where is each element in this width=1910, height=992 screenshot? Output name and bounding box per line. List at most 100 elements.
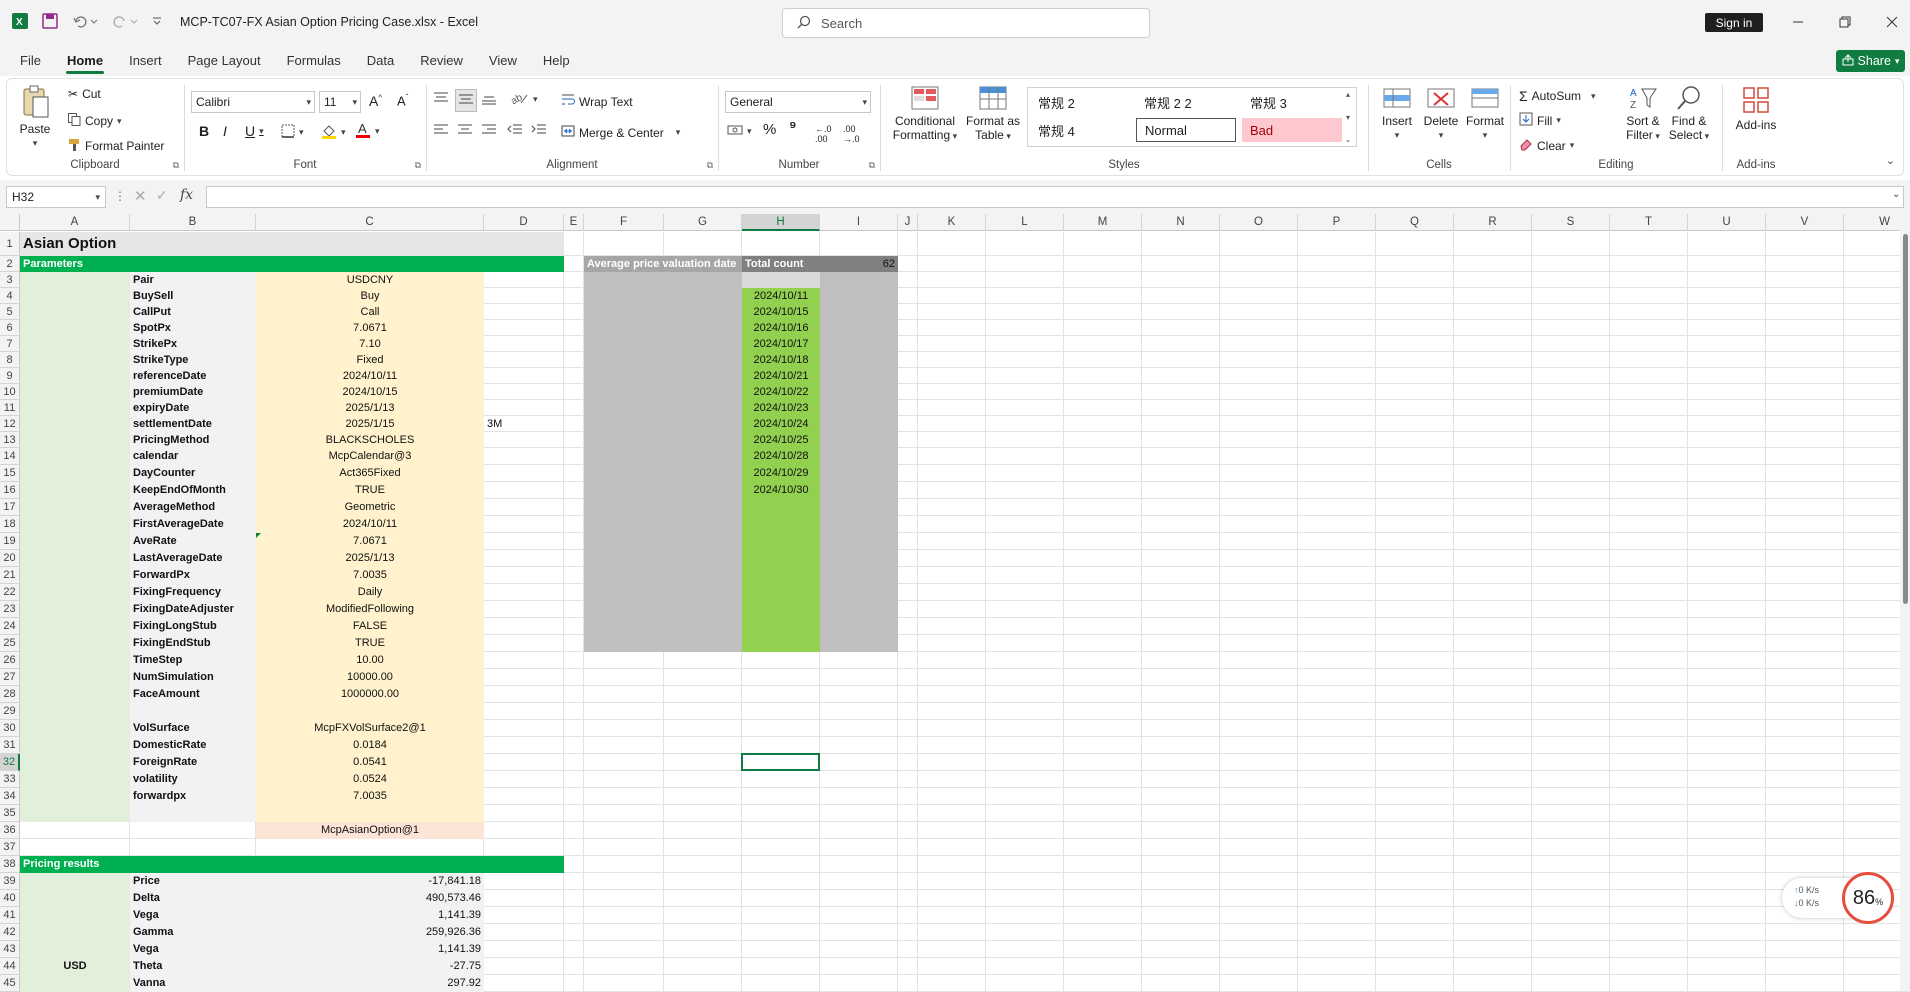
worksheet-grid[interactable]: A B C D E F G H I J K L M N O P Q R S T U V W 1 2 3 4 5 6 7 8 9 10 11 12 13… [0,214,1910,992]
param-label[interactable]: calendar [130,448,256,465]
result-value[interactable]: -17,841.18 [256,873,484,890]
result-label[interactable]: Gamma [130,924,256,941]
param-label[interactable]: SpotPx [130,320,256,336]
row-header[interactable]: 33 [0,771,20,788]
param-label[interactable]: CallPut [130,304,256,320]
fixing-date[interactable]: 2024/10/22 [742,384,820,400]
style-bad[interactable]: Bad [1242,118,1342,142]
tab-review[interactable]: Review [407,44,476,76]
gallery-expand-icon[interactable]: ⌄ [1345,135,1352,144]
column-header[interactable]: A [20,214,130,231]
insert-cells-button[interactable]: Insert ▾ [1377,85,1417,142]
param-value[interactable]: 0.0184 [256,737,484,754]
row-header[interactable]: 30 [0,720,20,737]
sheet-title[interactable]: Asian Option [20,232,320,256]
row-header[interactable]: 37 [0,839,20,856]
currency-label[interactable]: USD [20,958,130,975]
column-header[interactable]: L [986,214,1064,231]
font-size-dropdown[interactable]: 11 ▾ [319,91,361,113]
param-value[interactable]: Call [256,304,484,320]
fixing-date[interactable]: 2024/10/29 [742,465,820,482]
row-header[interactable]: 1 [0,232,20,256]
bold-button[interactable]: B [199,123,209,139]
param-value[interactable]: McpCalendar@3 [256,448,484,465]
param-value[interactable]: Buy [256,288,484,304]
result-label[interactable]: Price [130,873,256,890]
collapse-ribbon-icon[interactable]: ⌄ [1886,154,1895,167]
column-header[interactable]: V [1766,214,1844,231]
param-value[interactable]: 7.10 [256,336,484,352]
underline-button[interactable]: U ▾ [245,123,264,139]
param-value[interactable]: 2025/1/13 [256,400,484,416]
chevron-up-icon[interactable]: ▴ [1346,90,1350,99]
conditional-formatting-button[interactable]: Conditional Formatting ▾ [889,85,961,143]
param-label[interactable]: LastAverageDate [130,550,256,567]
result-value[interactable]: 490,573.46 [256,890,484,907]
vertical-scrollbar-thumb[interactable] [1903,234,1908,604]
close-icon[interactable] [1880,10,1904,34]
row-header[interactable]: 2 [0,256,20,272]
row-header[interactable]: 24 [0,618,20,635]
param-value[interactable]: 2024/10/15 [256,384,484,400]
dialog-launcher-icon[interactable]: ⧉ [415,160,421,171]
param-value[interactable]: BLACKSCHOLES [256,432,484,448]
settlement-note[interactable]: 3M [484,416,564,432]
row-header[interactable]: 11 [0,400,20,416]
style-normal-4[interactable]: 常规 4 [1030,118,1130,142]
column-header[interactable]: N [1142,214,1220,231]
param-label[interactable]: NumSimulation [130,669,256,686]
column-header[interactable]: J [898,214,918,231]
fill-color-button[interactable]: ▾ [321,123,346,142]
tab-home[interactable]: Home [54,44,116,76]
param-label[interactable]: FixingLongStub [130,618,256,635]
borders-button[interactable]: ▾ [281,124,304,141]
tab-file[interactable]: File [7,44,54,76]
row-header[interactable]: 38 [0,856,20,873]
sort-filter-button[interactable]: AZ Sort & Filter ▾ [1621,85,1665,143]
confirm-entry-icon[interactable]: ✓ [156,187,168,204]
save-icon[interactable] [42,12,58,32]
result-value[interactable]: 259,926.36 [256,924,484,941]
cut-button[interactable]: ✂ Cut [68,87,101,101]
clear-button[interactable]: Clear ▾ [1519,137,1574,154]
number-format-dropdown[interactable]: General ▾ [725,91,871,113]
column-header[interactable]: O [1220,214,1298,231]
row-header[interactable]: 18 [0,516,20,533]
undo-icon[interactable] [72,13,98,32]
param-label[interactable]: volatility [130,771,256,788]
tab-insert[interactable]: Insert [116,44,175,76]
row-header[interactable]: 21 [0,567,20,584]
row-header[interactable]: 28 [0,686,20,703]
param-value[interactable]: 0.0524 [256,771,484,788]
dialog-launcher-icon[interactable]: ⧉ [869,160,875,171]
row-header[interactable]: 5 [0,304,20,320]
insert-function-icon[interactable]: fx [180,187,193,203]
bottom-align-button[interactable] [481,91,497,108]
param-value[interactable]: McpFXVolSurface2@1 [256,720,484,737]
dialog-launcher-icon[interactable]: ⧉ [707,160,713,171]
fixing-date[interactable]: 2024/10/17 [742,336,820,352]
row-header[interactable]: 23 [0,601,20,618]
column-header[interactable]: P [1298,214,1376,231]
param-label[interactable]: ForwardPx [130,567,256,584]
name-box[interactable]: H32 ▾ [6,186,106,208]
decrease-decimal-button[interactable]: .00 →.0 [843,124,860,144]
row-header[interactable]: 13 [0,432,20,448]
fixing-date[interactable]: 2024/10/11 [742,288,820,304]
row-header[interactable]: 27 [0,669,20,686]
param-label[interactable]: referenceDate [130,368,256,384]
param-value[interactable]: TRUE [256,635,484,652]
param-label[interactable]: StrikeType [130,352,256,368]
formula-input[interactable] [206,186,1904,208]
row-header[interactable]: 34 [0,788,20,805]
accounting-format-button[interactable]: ▾ [727,123,752,140]
cancel-entry-icon[interactable]: ✕ [134,187,147,205]
param-label[interactable]: settlementDate [130,416,256,432]
customize-toolbar-icon[interactable] [152,13,162,32]
increase-indent-button[interactable] [531,123,547,140]
param-value[interactable]: 7.0035 [256,567,484,584]
result-label[interactable]: Theta [130,958,256,975]
param-label[interactable]: premiumDate [130,384,256,400]
result-label[interactable]: Vanna [130,975,256,992]
row-header[interactable]: 36 [0,822,20,839]
